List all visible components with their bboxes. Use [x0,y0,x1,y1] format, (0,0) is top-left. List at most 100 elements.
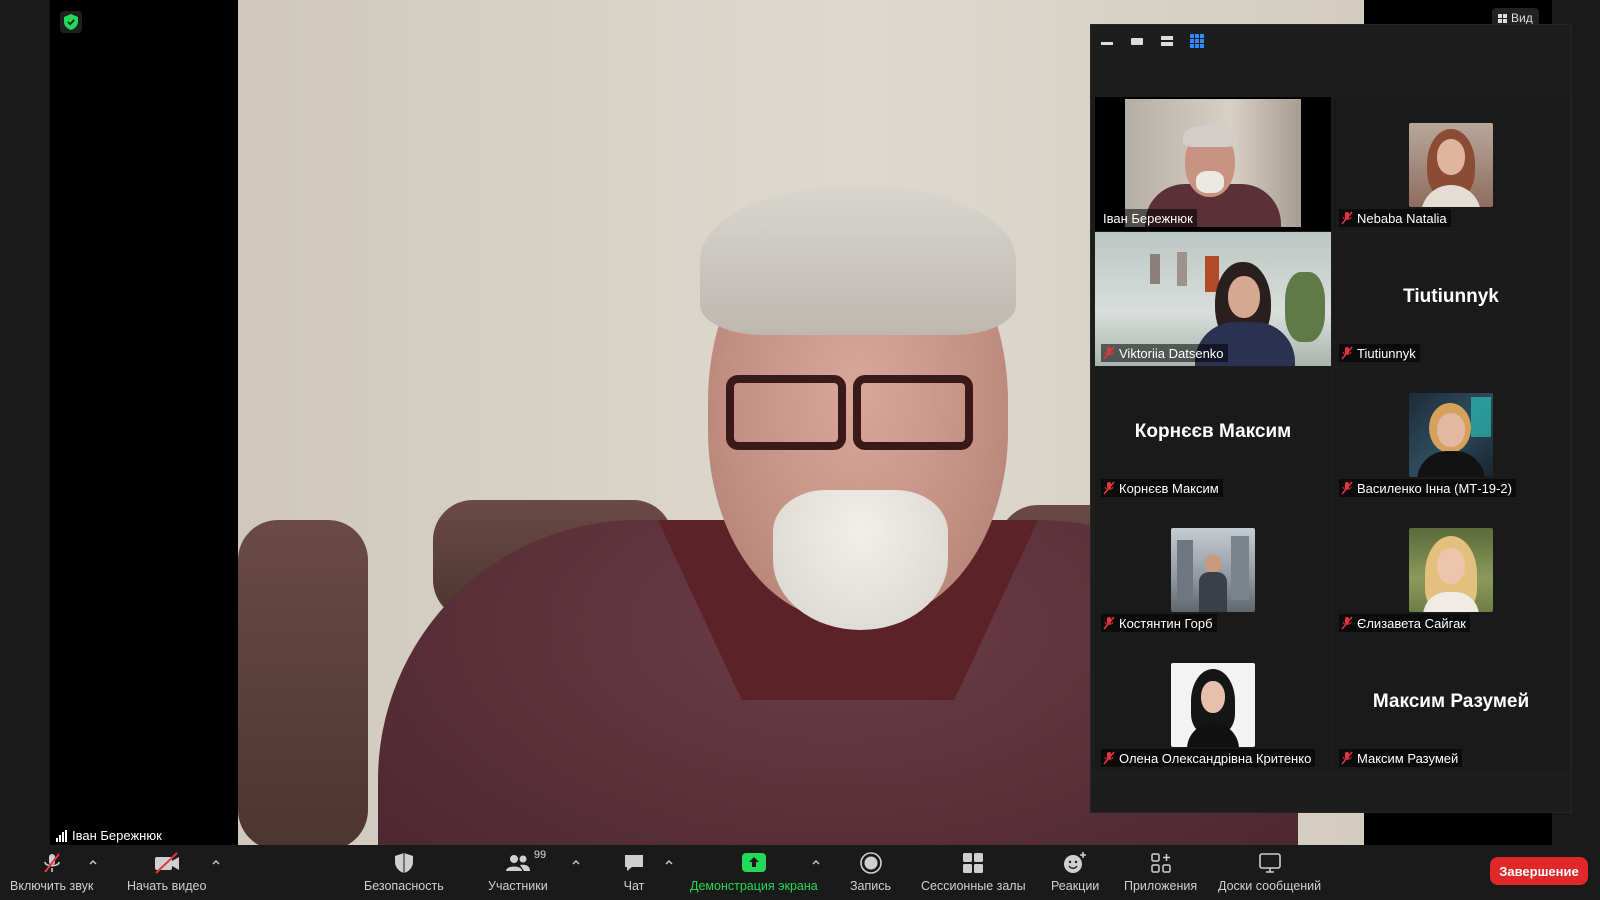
participant-label: Максим Разумей [1339,749,1463,767]
speaker-name: Іван Бережнюк [72,828,162,843]
mic-muted-icon [1341,751,1353,765]
participant-label: Єлизавета Сайгак [1339,614,1470,632]
reactions-label: Реакции [1051,879,1100,893]
audio-options-chevron-icon[interactable] [88,857,98,867]
participant-tile[interactable]: Nebaba Natalia [1333,97,1569,231]
mic-muted-icon [1341,616,1353,630]
share-screen-button[interactable]: Демонстрация экрана [690,851,818,893]
smiley-plus-icon [1062,851,1088,875]
apps-label: Приложения [1124,879,1198,893]
encryption-shield-icon[interactable] [60,11,82,33]
participant-label: Viktoriia Datsenko [1101,344,1228,362]
participant-name: Костянтин Горб [1119,615,1213,631]
participants-count: 99 [533,849,547,861]
participant-label: Tiutiunnyk [1339,344,1420,362]
participant-name: Максим Разумей [1357,750,1459,766]
share-options-chevron-icon[interactable] [811,857,821,867]
participant-display-name: Tiutiunnyk [1403,286,1499,308]
share-screen-icon [741,851,767,875]
strip-view-icon[interactable] [1157,31,1177,51]
video-options-chevron-icon[interactable] [211,857,221,867]
mic-muted-icon [1103,616,1115,630]
participant-tile[interactable]: Іван Бережнюк [1095,97,1331,231]
participant-display-name: Корнєєв Максим [1134,421,1292,443]
start-video-button[interactable]: Начать видео [127,851,206,893]
meeting-controls-toolbar: Включить звук Начать видео Безопасность … [0,845,1600,900]
mic-muted-icon [1341,211,1353,225]
signal-strength-icon [56,829,67,842]
mic-muted-icon [1103,751,1115,765]
chat-options-chevron-icon[interactable] [664,857,674,867]
participant-tile[interactable]: Олена Олександрівна Критенко [1095,637,1331,771]
end-meeting-button[interactable]: Завершение [1490,857,1588,885]
single-speaker-icon[interactable] [1127,31,1147,51]
minimize-icon[interactable] [1097,31,1117,51]
record-icon [859,851,883,875]
gallery-grid-icon[interactable] [1187,31,1207,51]
participant-tile[interactable]: Tiutiunnyk Tiutiunnyk [1333,232,1569,366]
apps-icon [1149,851,1173,875]
speaker-name-tag: Іван Бережнюк [50,826,168,845]
participants-options-chevron-icon[interactable] [571,857,581,867]
participant-label: Василенко Інна (МТ-19-2) [1339,479,1516,497]
participant-tile[interactable]: Корнєєв Максим Корнєєв Максим [1095,367,1331,501]
participants-button[interactable]: 99 Участники [488,849,548,893]
participant-tile[interactable]: Єлизавета Сайгак [1333,502,1569,636]
participants-icon: 99 [504,849,546,875]
video-off-icon [153,851,181,875]
participant-name: Олена Олександрівна Критенко [1119,750,1312,766]
start-video-label: Начать видео [127,879,207,893]
participant-name: Viktoriia Datsenko [1119,345,1224,361]
participant-avatar [1409,393,1493,477]
participant-name: Василенко Інна (МТ-19-2) [1357,480,1512,496]
share-screen-label: Демонстрация экрана [690,879,818,893]
breakout-rooms-button[interactable]: Сессионные залы [921,851,1026,893]
mic-muted-icon [1341,481,1353,495]
participant-name: Іван Бережнюк [1103,210,1193,226]
participant-name: Єлизавета Сайгак [1357,615,1466,631]
breakout-rooms-icon [961,851,985,875]
participant-label: Костянтин Горб [1101,614,1217,632]
participant-avatar [1171,663,1255,747]
unmute-label: Включить звук [10,879,94,893]
participant-name: Tiutiunnyk [1357,345,1416,361]
speaker-beard [773,490,948,630]
participant-tile[interactable]: Костянтин Горб [1095,502,1331,636]
participant-label: Іван Бережнюк [1101,209,1197,227]
chat-button[interactable]: Чат [622,851,646,893]
participant-avatar [1409,528,1493,612]
grid-icon [1498,13,1507,23]
zoom-meeting-window: Вид Іван Бережнюк Іван Бережнюк Nebaba N… [0,0,1600,900]
participant-name: Корнєєв Максим [1119,480,1219,496]
security-label: Безопасность [364,879,444,893]
participant-tile[interactable]: Максим Разумей Максим Разумей [1333,637,1569,771]
participant-label: Корнєєв Максим [1101,479,1223,497]
mic-muted-icon [40,851,64,875]
participants-label: Участники [488,879,548,893]
sofa-left [238,520,368,845]
breakout-rooms-label: Сессионные залы [921,879,1026,893]
glasses-right-lens [853,375,973,450]
view-button-label: Вид [1511,11,1533,25]
shield-icon [393,851,415,875]
video-letterbox-left [50,0,238,845]
reactions-button[interactable]: Реакции [1051,851,1099,893]
whiteboards-button[interactable]: Доски сообщений [1218,851,1321,893]
participant-tile[interactable]: Viktoriia Datsenko [1095,232,1331,366]
unmute-button[interactable]: Включить звук [10,851,93,893]
participant-label: Олена Олександрівна Критенко [1101,749,1316,767]
gallery-view-toolbar [1097,31,1207,51]
speaker-hair [700,185,1016,335]
participant-avatar [1409,123,1493,207]
participant-name: Nebaba Natalia [1357,210,1447,226]
mic-muted-icon [1103,346,1115,360]
security-button[interactable]: Безопасность [364,851,444,893]
whiteboard-icon [1258,851,1282,875]
participant-display-name: Максим Разумей [1372,691,1530,713]
mic-muted-icon [1341,346,1353,360]
record-button[interactable]: Запись [850,851,891,893]
chat-bubble-icon [622,851,646,875]
mic-muted-icon [1103,481,1115,495]
apps-button[interactable]: Приложения [1124,851,1197,893]
participant-tile[interactable]: Василенко Інна (МТ-19-2) [1333,367,1569,501]
